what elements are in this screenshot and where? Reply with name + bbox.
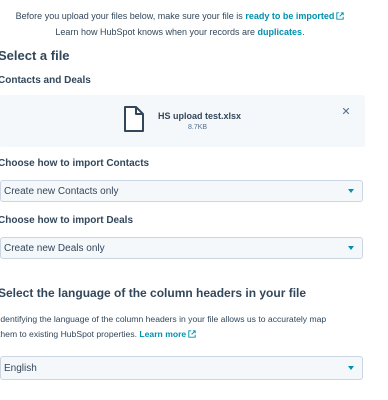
language-help-text: Identifying the language of the column h… <box>0 312 360 342</box>
language-heading: Select the language of the column header… <box>0 286 307 300</box>
intro-line-1: Before you upload your files below, make… <box>0 8 360 24</box>
deals-import-value: Create new Deals only <box>4 243 105 254</box>
duplicates-link[interactable]: duplicates <box>258 27 303 37</box>
language-help-line-1: Identifying the language of the column h… <box>0 314 327 324</box>
intro-line-2: Learn how HubSpot knows when your record… <box>0 24 360 40</box>
learn-more-label: Learn more <box>139 329 187 339</box>
select-file-heading: Select a file <box>0 48 70 63</box>
import-file-page: Before you upload your files below, make… <box>0 0 388 400</box>
chevron-down-icon <box>348 189 354 193</box>
intro-line-2-text: Learn how HubSpot knows when your record… <box>55 27 256 37</box>
ready-to-import-link-label: ready to be imported <box>245 11 335 21</box>
intro-text: Before you upload your files below, make… <box>0 8 360 40</box>
chevron-down-icon <box>348 246 354 250</box>
uploaded-file-panel: HS upload test.xlsx 8.7KB <box>0 95 365 147</box>
external-link-icon <box>188 330 196 338</box>
file-icon <box>124 106 144 132</box>
ready-to-import-link[interactable]: ready to be imported <box>245 11 345 21</box>
learn-more-link[interactable]: Learn more <box>139 329 196 339</box>
contacts-import-label: Choose how to import Contacts <box>0 158 150 169</box>
intro-line-1-text: Before you upload your files below, make… <box>15 11 243 21</box>
file-name: HS upload test.xlsx <box>158 111 242 121</box>
file-size: 8.7KB <box>188 124 208 131</box>
chevron-down-icon <box>348 366 354 370</box>
deals-import-label: Choose how to import Deals <box>0 215 134 226</box>
contacts-import-select[interactable]: Create new Contacts only <box>0 180 363 202</box>
external-link-icon <box>336 12 345 20</box>
contacts-import-value: Create new Contacts only <box>4 186 119 197</box>
language-select[interactable]: English <box>0 356 363 380</box>
language-value: English <box>4 363 37 374</box>
remove-file-icon[interactable] <box>341 106 351 116</box>
deals-import-select[interactable]: Create new Deals only <box>0 237 363 259</box>
language-help-line-2: them to existing HubSpot properties. Lea… <box>0 327 360 342</box>
intro-line-2-suffix: . <box>302 27 305 37</box>
contacts-and-deals-label: Contacts and Deals <box>0 75 91 86</box>
language-help-line-2-text: them to existing HubSpot properties. <box>0 329 138 339</box>
